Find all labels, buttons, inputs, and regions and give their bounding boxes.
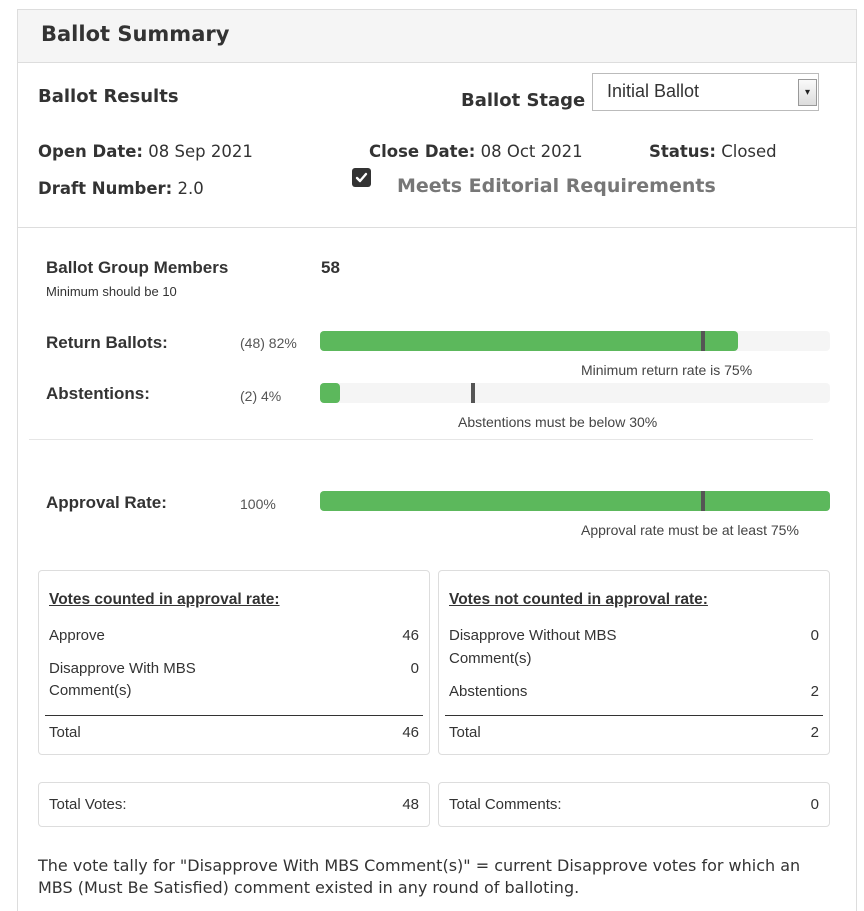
panel-title: Ballot Summary bbox=[41, 22, 230, 46]
total-comments-box: Total Comments: 0 bbox=[438, 782, 830, 827]
abstentions-fill bbox=[320, 383, 341, 403]
disapprove-mbs-label-line1: Disapprove With MBS bbox=[49, 660, 196, 677]
status-value: Closed bbox=[721, 142, 777, 161]
total-comments-label: Total Comments: bbox=[449, 796, 562, 813]
disapprove-mbs-value: 0 bbox=[410, 660, 419, 677]
abstentions-value: (2) 4% bbox=[240, 388, 282, 404]
abstentions-row-label: Abstentions bbox=[449, 683, 528, 700]
abstentions-progress-bar bbox=[320, 383, 830, 403]
members-value: 58 bbox=[321, 258, 340, 277]
ballot-results-title: Ballot Results bbox=[38, 86, 179, 107]
approval-divider bbox=[29, 439, 813, 440]
section-divider bbox=[18, 227, 856, 228]
return-ballots-note: Minimum return rate is 75% bbox=[581, 362, 753, 378]
disapprove-mbs-label-line2: Comment(s) bbox=[49, 682, 132, 699]
total-rule bbox=[45, 715, 423, 716]
return-ballots-label: Return Ballots: bbox=[46, 333, 168, 352]
abstentions-note: Abstentions must be below 30% bbox=[458, 414, 658, 430]
total-comments-value: 0 bbox=[810, 796, 819, 813]
return-ballots-value: (48) 82% bbox=[240, 335, 297, 351]
members-note: Minimum should be 10 bbox=[46, 284, 177, 299]
votes-counted-title: Votes counted in approval rate: bbox=[49, 591, 280, 608]
chevron-down-icon[interactable]: ▾ bbox=[798, 79, 817, 106]
ballot-stage-value: Initial Ballot bbox=[607, 81, 700, 101]
not-counted-total-label: Total bbox=[449, 724, 481, 741]
abstentions-label: Abstentions: bbox=[46, 384, 150, 403]
status-label: Status: bbox=[649, 142, 716, 161]
open-date-value: 08 Sep 2021 bbox=[148, 142, 253, 161]
close-date-value: 08 Oct 2021 bbox=[480, 142, 583, 161]
total-votes-box: Total Votes: 48 bbox=[38, 782, 430, 827]
disapprove-without-mbs-value: 0 bbox=[810, 627, 819, 644]
abstentions-threshold-marker bbox=[471, 383, 475, 403]
approval-rate-value: 100% bbox=[240, 496, 276, 512]
status: Status: Closed bbox=[649, 142, 777, 161]
panel-heading: Ballot Summary bbox=[18, 10, 856, 63]
counted-total-label: Total bbox=[49, 724, 81, 741]
approval-rate-threshold-marker bbox=[700, 491, 705, 511]
approval-rate-note: Approval rate must be at least 75% bbox=[581, 522, 799, 538]
disapprove-without-mbs-label-line1: Disapprove Without MBS bbox=[449, 627, 617, 644]
mbs-footnote: The vote tally for "Disapprove With MBS … bbox=[38, 856, 801, 897]
votes-counted-box: Votes counted in approval rate: Approve … bbox=[38, 570, 430, 755]
approval-rate-label: Approval Rate: bbox=[46, 493, 167, 512]
return-ballots-fill bbox=[320, 331, 739, 351]
approval-rate-progress-bar bbox=[320, 491, 830, 511]
checkbox-checked-icon bbox=[352, 168, 371, 187]
total-votes-label: Total Votes: bbox=[49, 796, 127, 813]
ballot-stage-select[interactable]: Initial Ballot ▾ bbox=[592, 73, 819, 111]
total-rule bbox=[445, 715, 823, 716]
not-counted-total-value: 2 bbox=[810, 724, 819, 741]
editorial-requirements-label: Meets Editorial Requirements bbox=[397, 175, 716, 197]
open-date-label: Open Date: bbox=[38, 142, 144, 161]
draft-number-label: Draft Number: bbox=[38, 179, 173, 198]
return-ballots-progress-bar bbox=[320, 331, 830, 351]
total-votes-value: 48 bbox=[402, 796, 419, 813]
approval-rate-fill bbox=[320, 491, 830, 511]
votes-not-counted-box: Votes not counted in approval rate: Disa… bbox=[438, 570, 830, 755]
abstentions-row-value: 2 bbox=[810, 683, 819, 700]
close-date-label: Close Date: bbox=[369, 142, 476, 161]
approve-value: 46 bbox=[402, 627, 419, 644]
open-date: Open Date: 08 Sep 2021 bbox=[38, 142, 253, 161]
ballot-stage-label: Ballot Stage bbox=[461, 90, 586, 111]
disapprove-without-mbs-label-line2: Comment(s) bbox=[449, 650, 532, 667]
draft-number: Draft Number: 2.0 bbox=[38, 179, 204, 198]
counted-total-value: 46 bbox=[402, 724, 419, 741]
return-ballots-threshold-marker bbox=[700, 331, 705, 351]
draft-number-value: 2.0 bbox=[177, 179, 204, 198]
approve-label: Approve bbox=[49, 627, 105, 644]
votes-not-counted-title: Votes not counted in approval rate: bbox=[449, 591, 708, 608]
members-label: Ballot Group Members bbox=[46, 258, 229, 277]
close-date: Close Date: 08 Oct 2021 bbox=[369, 142, 583, 161]
